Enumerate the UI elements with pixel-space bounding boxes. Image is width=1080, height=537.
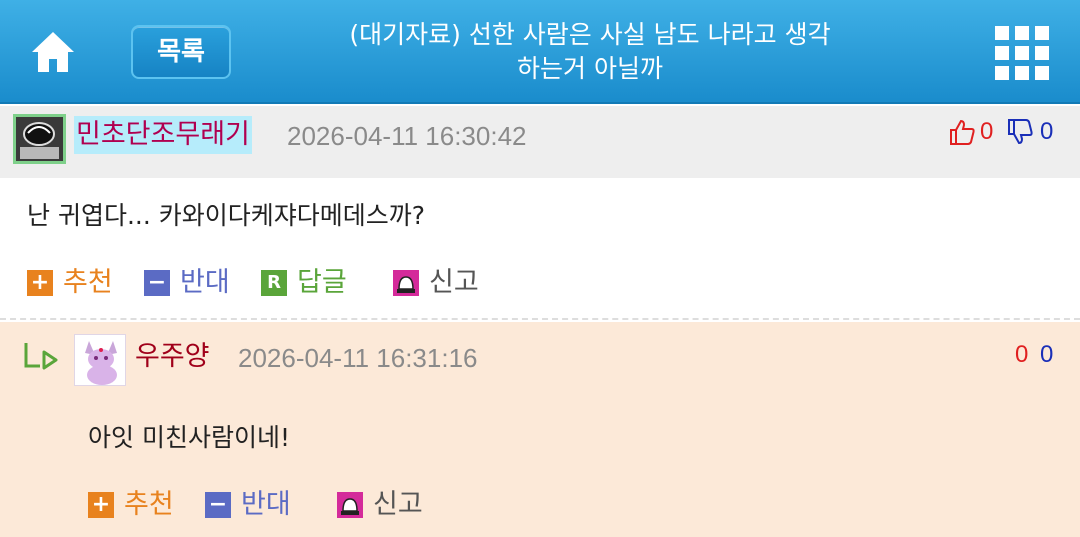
list-button[interactable]: 목록 <box>131 25 231 79</box>
oppose-label: 반대 <box>180 267 230 298</box>
thumbs-up-icon <box>950 119 975 145</box>
page-title-line2: 하는거 아닐까 <box>517 54 663 83</box>
recommend-button[interactable]: + 추천 <box>27 266 122 300</box>
home-button[interactable] <box>28 28 78 76</box>
plus-icon: + <box>88 492 114 518</box>
siren-icon <box>393 270 419 296</box>
oppose-button[interactable]: − 반대 <box>144 266 239 300</box>
avatar[interactable] <box>74 334 126 386</box>
report-label: 신고 <box>373 489 423 520</box>
reply-label: 답글 <box>297 267 347 298</box>
page-title: (대기자료) 선한 사람은 사실 남도 나라고 생각 하는거 아닐까 <box>300 18 880 86</box>
recommend-label: 추천 <box>124 489 174 520</box>
minus-icon: − <box>144 270 170 296</box>
reply-icon: R <box>261 270 287 296</box>
avatar-image <box>16 117 63 161</box>
oppose-label: 반대 <box>241 489 291 520</box>
comment-timestamp: 2026-04-11 16:31:16 <box>238 343 478 373</box>
siren-icon-shape <box>393 270 419 296</box>
report-button[interactable]: 신고 <box>337 488 432 522</box>
dislike-count: 0 <box>1040 341 1054 368</box>
top-bar: 목록 (대기자료) 선한 사람은 사실 남도 나라고 생각 하는거 아닐까 <box>0 0 1080 104</box>
like-count-value: 0 <box>980 118 994 145</box>
recommend-button[interactable]: + 추천 <box>88 488 183 522</box>
minus-icon: − <box>205 492 231 518</box>
avatar-image <box>75 335 125 385</box>
reply-button[interactable]: R 답글 <box>261 266 356 300</box>
comment-text: 아잇 미친사람이네! <box>88 423 290 452</box>
home-icon <box>32 32 74 72</box>
siren-icon-shape <box>337 492 363 518</box>
avatar[interactable] <box>13 114 66 164</box>
comment-author[interactable]: 민초단조무래기 <box>74 116 252 154</box>
page-title-line1: (대기자료) 선한 사람은 사실 남도 나라고 생각 <box>349 20 831 49</box>
comment-text: 난 귀엽다... 카와이다케쟈다메데스까? <box>27 201 426 230</box>
comment-timestamp: 2026-04-11 16:30:42 <box>287 121 527 151</box>
siren-icon <box>337 492 363 518</box>
thumbs-down-icon <box>1008 119 1033 145</box>
report-label: 신고 <box>429 267 479 298</box>
report-button[interactable]: 신고 <box>393 266 488 300</box>
recommend-label: 추천 <box>63 267 113 298</box>
comment-author[interactable]: 우주양 <box>135 338 210 376</box>
oppose-button[interactable]: − 반대 <box>205 488 300 522</box>
dislike-count-value: 0 <box>1040 118 1054 145</box>
reply-arrow-icon <box>24 343 58 370</box>
menu-button[interactable] <box>995 26 1049 80</box>
like-count: 0 <box>1015 341 1029 368</box>
plus-icon: + <box>27 270 53 296</box>
